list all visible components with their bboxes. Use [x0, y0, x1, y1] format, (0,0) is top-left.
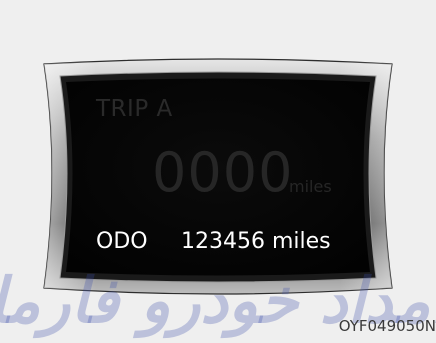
odometer-value: 123456 miles — [181, 229, 331, 254]
instrument-cluster-illustration: TRIP A 0000 miles ODO 123456 miles امداد… — [0, 0, 436, 343]
figure-code: OYF049050N — [338, 317, 436, 335]
trip-unit: miles — [289, 177, 332, 196]
odometer-label: ODO — [96, 229, 148, 254]
trip-value: 0000 — [152, 141, 294, 204]
trip-label: TRIP A — [96, 96, 173, 122]
